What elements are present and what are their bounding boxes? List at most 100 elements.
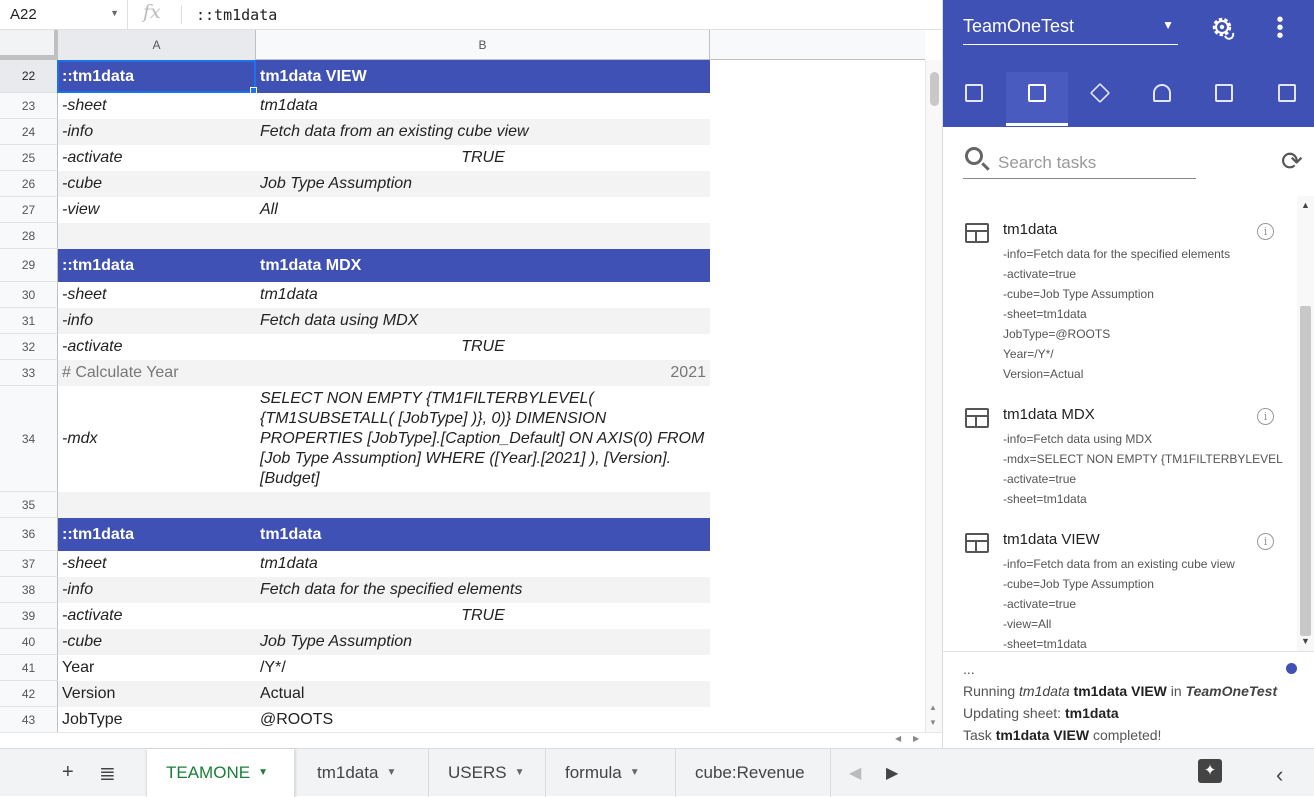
- row-header[interactable]: 37: [0, 551, 58, 577]
- tab-table[interactable]: [943, 72, 1005, 126]
- row-header[interactable]: 33: [0, 360, 58, 386]
- cell-a[interactable]: -info: [58, 308, 256, 334]
- row-header[interactable]: 36: [0, 518, 58, 551]
- cell-b[interactable]: Fetch data from an existing cube view: [256, 119, 710, 145]
- column-header-b[interactable]: B: [256, 30, 710, 60]
- sheet-tab[interactable]: TEAMONE ▼: [147, 749, 295, 797]
- row-header[interactable]: 32: [0, 334, 58, 360]
- cell-b[interactable]: TRUE: [256, 603, 710, 629]
- search-tasks-field[interactable]: Search tasks: [963, 145, 1196, 179]
- row-header[interactable]: 23: [0, 93, 58, 119]
- cell-a[interactable]: -sheet: [58, 282, 256, 308]
- cell-a[interactable]: -activate: [58, 334, 256, 360]
- cell-b[interactable]: Fetch data for the specified elements: [256, 577, 710, 603]
- row-header[interactable]: 31: [0, 308, 58, 334]
- cell-a[interactable]: -sheet: [58, 551, 256, 577]
- sheet-tab[interactable]: formula ▼: [546, 749, 676, 797]
- cell-a[interactable]: -activate: [58, 145, 256, 171]
- cell-a[interactable]: Year: [58, 655, 256, 681]
- cell-a[interactable]: # Calculate Year: [58, 360, 256, 386]
- collapse-panel-icon[interactable]: ‹: [1276, 762, 1283, 788]
- scroll-left-icon[interactable]: ◀: [895, 734, 901, 743]
- all-sheets-icon[interactable]: ≣: [99, 761, 116, 786]
- cell-a[interactable]: [58, 492, 256, 518]
- cell-a[interactable]: JobType: [58, 707, 256, 732]
- row-header[interactable]: 41: [0, 655, 58, 681]
- explore-icon[interactable]: ✦: [1198, 759, 1222, 783]
- info-icon[interactable]: i: [1257, 533, 1274, 550]
- name-box[interactable]: A22 ▼: [0, 0, 128, 30]
- scroll-up-icon[interactable]: ▲: [929, 703, 937, 712]
- row-header[interactable]: 27: [0, 197, 58, 223]
- cell-b[interactable]: tm1data: [256, 551, 710, 577]
- cell-b[interactable]: tm1data MDX: [256, 249, 710, 282]
- cell-a[interactable]: ::tm1data: [58, 60, 256, 93]
- row-header[interactable]: 39: [0, 603, 58, 629]
- row-header[interactable]: 40: [0, 629, 58, 655]
- cell-b[interactable]: SELECT NON EMPTY {TM1FILTERBYLEVEL( {TM1…: [256, 386, 710, 492]
- cell-a[interactable]: -cube: [58, 171, 256, 197]
- row-header[interactable]: 24: [0, 119, 58, 145]
- info-icon[interactable]: i: [1257, 223, 1274, 240]
- cell-a[interactable]: -info: [58, 577, 256, 603]
- row-header[interactable]: 43: [0, 707, 58, 732]
- formula-input[interactable]: ::tm1data: [196, 6, 277, 24]
- cell-b[interactable]: tm1data: [256, 282, 710, 308]
- cell-b[interactable]: tm1data: [256, 93, 710, 119]
- cell-a[interactable]: -sheet: [58, 93, 256, 119]
- cell-a[interactable]: Version: [58, 681, 256, 707]
- cell-b[interactable]: All: [256, 197, 710, 223]
- row-header[interactable]: 25: [0, 145, 58, 171]
- tab-users[interactable]: [1131, 72, 1193, 126]
- tab-scroll-left-icon[interactable]: ◀: [849, 763, 861, 783]
- task-item[interactable]: tm1data i -info=Fetch data for the speci…: [943, 221, 1297, 401]
- vertical-scrollbar[interactable]: ▲ ▼: [925, 60, 942, 732]
- cell-b[interactable]: Job Type Assumption: [256, 629, 710, 655]
- cell-a[interactable]: -activate: [58, 603, 256, 629]
- workspace-select[interactable]: TeamOneTest ▼: [963, 16, 1178, 45]
- select-all-corner[interactable]: [0, 30, 58, 59]
- scroll-thumb[interactable]: [1300, 306, 1311, 636]
- scroll-thumb[interactable]: [930, 72, 939, 106]
- cell-b[interactable]: /Y*/: [256, 655, 710, 681]
- cell-b[interactable]: TRUE: [256, 334, 710, 360]
- tab-cubes[interactable]: [1069, 72, 1131, 126]
- row-header[interactable]: 30: [0, 282, 58, 308]
- scroll-down-icon[interactable]: ▼: [1301, 636, 1310, 646]
- task-item[interactable]: tm1data MDX i -info=Fetch data using MDX…: [943, 406, 1297, 526]
- row-header[interactable]: 35: [0, 492, 58, 518]
- cell-a[interactable]: -view: [58, 197, 256, 223]
- cell-b[interactable]: tm1data VIEW: [256, 60, 710, 93]
- tab-tasks[interactable]: [1006, 72, 1068, 126]
- task-item[interactable]: tm1data VIEW i -info=Fetch data from an …: [943, 531, 1297, 651]
- cell-b[interactable]: tm1data: [256, 518, 710, 551]
- scroll-up-icon[interactable]: ▲: [1301, 200, 1310, 210]
- row-header[interactable]: 34: [0, 386, 58, 492]
- horizontal-scrollbar[interactable]: ◀ ▶: [0, 732, 942, 748]
- row-header[interactable]: 26: [0, 171, 58, 197]
- row-header[interactable]: 29: [0, 249, 58, 282]
- name-box-dropdown-icon[interactable]: ▼: [110, 8, 119, 18]
- cell-a[interactable]: -info: [58, 119, 256, 145]
- row-header[interactable]: 38: [0, 577, 58, 603]
- row-header[interactable]: 28: [0, 223, 58, 249]
- fill-handle[interactable]: [250, 87, 257, 94]
- cell-a[interactable]: -cube: [58, 629, 256, 655]
- cell-a[interactable]: ::tm1data: [58, 249, 256, 282]
- settings-gear-icon[interactable]: [1209, 14, 1237, 42]
- cell-b[interactable]: @ROOTS: [256, 707, 710, 732]
- sheet-tab[interactable]: tm1data ▼: [297, 749, 429, 797]
- tab-scroll-right-icon[interactable]: ▶: [886, 763, 898, 783]
- cell-b[interactable]: Fetch data using MDX: [256, 308, 710, 334]
- column-header-a[interactable]: A: [58, 30, 256, 60]
- cell-b[interactable]: TRUE: [256, 145, 710, 171]
- cell-b[interactable]: 2021: [256, 360, 710, 386]
- cell-b[interactable]: [256, 223, 710, 249]
- row-header[interactable]: 22: [0, 60, 58, 93]
- sheet-grid[interactable]: 22::tm1data tm1data VIEW 23 -sheet tm1data …: [0, 60, 925, 732]
- scroll-right-icon[interactable]: ▶: [913, 734, 919, 743]
- scroll-down-icon[interactable]: ▼: [929, 718, 937, 727]
- cell-b[interactable]: Actual: [256, 681, 710, 707]
- tab-calculator[interactable]: [1256, 72, 1314, 126]
- row-header[interactable]: 42: [0, 681, 58, 707]
